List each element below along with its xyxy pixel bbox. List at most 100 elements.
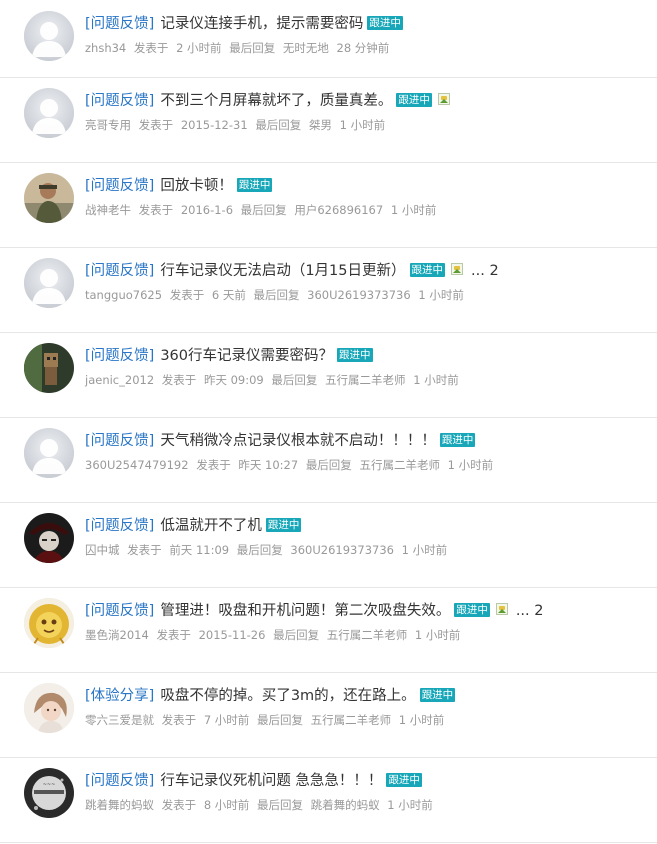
thread-title-line: [问题反馈] 记录仪连接手机，提示需要密码 跟进中 [85, 13, 647, 35]
avatar-image [24, 11, 74, 61]
page-link[interactable]: ... 2 [471, 263, 499, 279]
author-name[interactable]: 360U2547479192 [85, 458, 189, 472]
thread-title-line: [问题反馈] 不到三个月屏幕就坏了，质量真差。 跟进中 [85, 90, 647, 112]
thread-title-link[interactable]: 不到三个月屏幕就坏了，质量真差。 [160, 93, 392, 109]
page-link[interactable]: ... 2 [516, 603, 544, 619]
thread-title-link[interactable]: 低温就开不了机 [160, 518, 262, 534]
author-name[interactable]: tangguo7625 [85, 288, 162, 302]
thread-category-link[interactable]: [问题反馈] [85, 433, 154, 449]
avatar-image [24, 513, 74, 563]
user-avatar[interactable]: ~~~ [24, 768, 74, 818]
last-reply-time: 1 小时前 [414, 628, 461, 642]
last-replier-name[interactable]: 五行属二羊老师 [359, 458, 440, 472]
thread-category-link[interactable]: [问题反馈] [85, 603, 154, 619]
last-reply-time: 28 分钟前 [336, 41, 390, 55]
last-replier-name[interactable]: 五行属二羊老师 [325, 373, 406, 387]
thread-row: [问题反馈] 回放卡顿！ 跟进中 战神老牛 发表于 2016-1-6 最后回复 用户… [0, 163, 657, 248]
last-replier-name[interactable]: 360U2619373736 [307, 288, 411, 302]
last-reply-time: 1 小时前 [387, 798, 433, 812]
user-avatar[interactable] [24, 258, 74, 308]
last-replier-name[interactable]: 五行属二羊老师 [327, 628, 408, 642]
posted-time: 2016-1-6 [180, 203, 234, 217]
posted-label: 发表于 [161, 798, 197, 812]
avatar-image [24, 683, 74, 733]
thread-title-line: [问题反馈] 管理进！吸盘和开机问题！第二次吸盘失效。 跟进中 ... 2 [85, 600, 647, 622]
thread-category-link[interactable]: [问题反馈] [85, 178, 154, 194]
posted-label: 发表于 [161, 713, 197, 727]
user-avatar[interactable] [24, 683, 74, 733]
posted-label: 发表于 [169, 288, 205, 302]
author-name[interactable]: 墨色淌2014 [85, 628, 149, 642]
thread-title-line: [问题反馈] 行车记录仪无法启动（1月15日更新） 跟进中 ... 2 [85, 260, 647, 282]
last-replier-name[interactable]: 桀男 [309, 118, 332, 132]
thread-title-link[interactable]: 吸盘不停的掉。买了3m的，还在路上。 [160, 688, 415, 704]
author-name[interactable]: 囚中城 [85, 543, 120, 557]
author-name[interactable]: 跳着舞的蚂蚁 [85, 798, 154, 812]
user-avatar[interactable] [24, 343, 74, 393]
thread-meta: 零六三爱是就 发表于 7 小时前 最后回复 五行属二羊老师 1 小时前 [85, 711, 647, 729]
thread-row: [问题反馈] 低温就开不了机 跟进中 囚中城 发表于 前天 11:09 最后回复 3… [0, 503, 657, 588]
author-name[interactable]: zhsh34 [85, 41, 126, 55]
thread-title-link[interactable]: 回放卡顿！ [160, 178, 233, 194]
last-reply-label: 最后回复 [273, 628, 320, 642]
thread-meta: 战神老牛 发表于 2016-1-6 最后回复 用户626896167 1 小时前 [85, 201, 647, 219]
thread-title-link[interactable]: 天气稍微冷点记录仪根本就不启动！！！！ [160, 433, 436, 449]
last-reply-time: 1 小时前 [390, 203, 437, 217]
image-attachment-icon [437, 93, 450, 105]
thread-row: [问题反馈] 不到三个月屏幕就坏了，质量真差。 跟进中 亮哥专用 发表于 2015-… [0, 78, 657, 163]
thread-category-link[interactable]: [问题反馈] [85, 263, 154, 279]
thread-meta: 亮哥专用 发表于 2015-12-31 最后回复 桀男 1 小时前 [85, 116, 647, 134]
posted-time: 昨天 09:09 [203, 373, 264, 387]
last-reply-time: 1 小时前 [398, 713, 445, 727]
last-reply-label: 最后回复 [240, 203, 287, 217]
user-avatar[interactable] [24, 88, 74, 138]
last-reply-label: 最后回复 [256, 713, 303, 727]
thread-title-link[interactable]: 记录仪连接手机，提示需要密码 [160, 16, 363, 32]
user-avatar[interactable] [24, 11, 74, 61]
posted-label: 发表于 [196, 458, 231, 472]
thread-title-link[interactable]: 行车记录仪无法启动（1月15日更新） [160, 263, 405, 279]
user-avatar[interactable] [24, 513, 74, 563]
svg-text:~~~: ~~~ [43, 782, 56, 788]
status-badge: 跟进中 [265, 518, 302, 532]
last-reply-label: 最后回复 [255, 118, 302, 132]
posted-time: 前天 11:09 [169, 543, 230, 557]
status-badge: 跟进中 [337, 348, 373, 362]
last-replier-name[interactable]: 无时无地 [283, 41, 329, 55]
user-avatar[interactable] [24, 173, 74, 223]
thread-title-line: [问题反馈] 天气稍微冷点记录仪根本就不启动！！！！ 跟进中 [85, 430, 647, 452]
posted-time: 2015-11-26 [198, 628, 266, 642]
last-replier-name[interactable]: 五行属二羊老师 [311, 713, 392, 727]
thread-category-link[interactable]: [问题反馈] [85, 93, 154, 109]
thread-row: [问题反馈] 管理进！吸盘和开机问题！第二次吸盘失效。 跟进中 ... 2 墨色淌20… [0, 588, 657, 673]
posted-label: 发表于 [161, 373, 197, 387]
thread-category-link[interactable]: [问题反馈] [85, 348, 154, 364]
user-avatar[interactable] [24, 598, 74, 648]
status-badge: 跟进中 [367, 16, 403, 30]
thread-meta: jaenic_2012 发表于 昨天 09:09 最后回复 五行属二羊老师 1 … [85, 371, 647, 389]
thread-title-link[interactable]: 管理进！吸盘和开机问题！第二次吸盘失效。 [160, 603, 450, 619]
thread-category-link[interactable]: [问题反馈] [85, 16, 154, 32]
posted-time: 昨天 10:27 [238, 458, 299, 472]
thread-category-link[interactable]: [问题反馈] [85, 518, 154, 534]
thread-title-link[interactable]: 行车记录仪死机问题 急急急！！！ [160, 773, 382, 789]
author-name[interactable]: 亮哥专用 [85, 118, 131, 132]
author-name[interactable]: 战神老牛 [85, 203, 131, 217]
author-name[interactable]: jaenic_2012 [85, 373, 154, 387]
thread-category-link[interactable]: [问题反馈] [85, 773, 154, 789]
last-replier-name[interactable]: 用户626896167 [294, 203, 383, 217]
avatar-image [24, 258, 74, 308]
author-name[interactable]: 零六三爱是就 [85, 713, 154, 727]
last-replier-name[interactable]: 360U2619373736 [290, 543, 394, 557]
status-badge: 跟进中 [419, 688, 456, 702]
thread-meta: 跳着舞的蚂蚁 发表于 8 小时前 最后回复 跳着舞的蚂蚁 1 小时前 [85, 796, 647, 814]
last-reply-time: 1 小时前 [339, 118, 386, 132]
user-avatar[interactable] [24, 428, 74, 478]
status-badge: 跟进中 [236, 178, 273, 192]
thread-title-link[interactable]: 360行车记录仪需要密码？ [160, 348, 333, 364]
thread-title-line: [问题反馈] 行车记录仪死机问题 急急急！！！ 跟进中 [85, 770, 647, 792]
last-reply-time: 1 小时前 [413, 373, 459, 387]
last-replier-name[interactable]: 跳着舞的蚂蚁 [311, 798, 380, 812]
thread-row: [问题反馈] 行车记录仪无法启动（1月15日更新） 跟进中 ... 2 tangguo… [0, 248, 657, 333]
thread-category-link[interactable]: [体验分享] [85, 688, 154, 704]
